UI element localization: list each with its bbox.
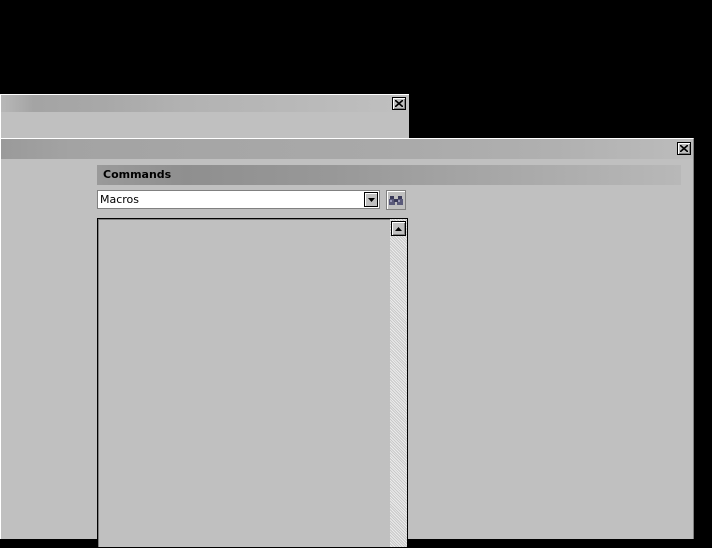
background-window-titlebar[interactable] [1, 95, 409, 112]
chevron-up-icon [395, 226, 402, 231]
commands-panel-title: Commands [103, 168, 172, 181]
binoculars-icon [389, 196, 403, 205]
scroll-up-button[interactable] [391, 221, 406, 236]
customize-window-titlebar[interactable] [1, 139, 693, 159]
commands-list[interactable] [97, 218, 408, 548]
dropdown-arrow-button[interactable] [364, 192, 378, 207]
commands-panel-header: Commands [97, 165, 681, 185]
chevron-down-icon [367, 197, 375, 202]
category-dropdown[interactable]: Macros [97, 190, 380, 209]
category-dropdown-value: Macros [100, 193, 140, 206]
customize-window-close-button[interactable] [677, 142, 691, 155]
find-command-button[interactable] [386, 190, 406, 210]
commands-list-scrollbar[interactable] [390, 219, 407, 547]
background-window-close-button[interactable] [392, 97, 406, 110]
customize-window: Commands Macros [0, 138, 694, 548]
close-icon [680, 145, 688, 152]
close-icon [395, 100, 403, 107]
